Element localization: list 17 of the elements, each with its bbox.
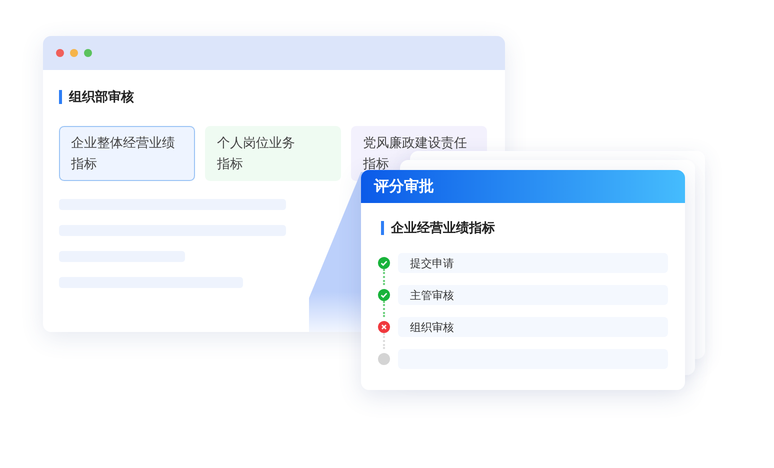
section-title: 组织部审核 xyxy=(69,88,134,106)
card-title: 评分审批 xyxy=(374,177,434,196)
accent-mark xyxy=(381,221,384,235)
minimize-dot[interactable] xyxy=(70,49,78,57)
accent-mark xyxy=(59,90,62,104)
status-dot-icon xyxy=(378,353,390,365)
section-title: 企业经营业绩指标 xyxy=(391,220,495,237)
cross-icon xyxy=(378,321,390,333)
step-label: 组织审核 xyxy=(410,320,454,334)
indicator-tile[interactable]: 个人岗位业务指标 xyxy=(205,126,341,181)
step-label: 主管审核 xyxy=(410,288,454,302)
step-label: 提交申请 xyxy=(410,256,454,270)
check-icon xyxy=(378,257,390,269)
maximize-dot[interactable] xyxy=(84,49,92,57)
check-icon xyxy=(378,289,390,301)
close-dot[interactable] xyxy=(56,49,64,57)
indicator-tile[interactable]: 企业整体经营业绩指标 xyxy=(59,126,195,181)
